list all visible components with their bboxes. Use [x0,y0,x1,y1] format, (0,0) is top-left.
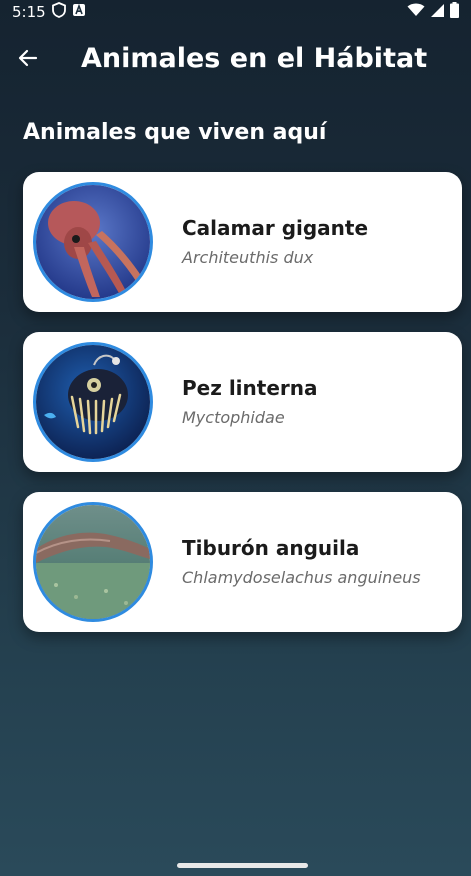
page-title: Animales en el Hábitat [81,43,428,74]
home-indicator[interactable] [177,863,308,868]
status-bar: 5:15 [0,0,471,24]
signal-icon [430,3,445,22]
animal-scientific-name: Myctophidae [182,408,285,427]
animal-avatar-frilled-shark [33,502,153,622]
battery-icon [450,2,459,22]
animal-list: Calamar gigante Architeuthis dux Pez lin… [23,172,462,652]
status-time: 5:15 [12,3,46,21]
animal-scientific-name: Architeuthis dux [182,248,314,267]
app-notification-icon [72,3,86,21]
animal-avatar-squid [33,182,153,302]
animal-avatar-lanternfish [33,342,153,462]
shield-icon [51,2,66,22]
animal-card-pez-linterna[interactable]: Pez linterna Myctophidae [23,332,462,472]
back-button[interactable] [14,46,42,74]
animal-scientific-name: Chlamydoselachus anguineus [182,568,421,587]
section-title: Animales que viven aquí [23,120,327,145]
app-bar: Animales en el Hábitat [0,36,471,84]
arrow-left-icon [16,46,40,74]
animal-name: Tiburón anguila [182,536,360,560]
animal-name: Calamar gigante [182,216,369,240]
animal-name: Pez linterna [182,376,318,400]
animal-card-tiburon-anguila[interactable]: Tiburón anguila Chlamydoselachus anguine… [23,492,462,632]
wifi-icon [407,3,425,21]
animal-card-calamar-gigante[interactable]: Calamar gigante Architeuthis dux [23,172,462,312]
